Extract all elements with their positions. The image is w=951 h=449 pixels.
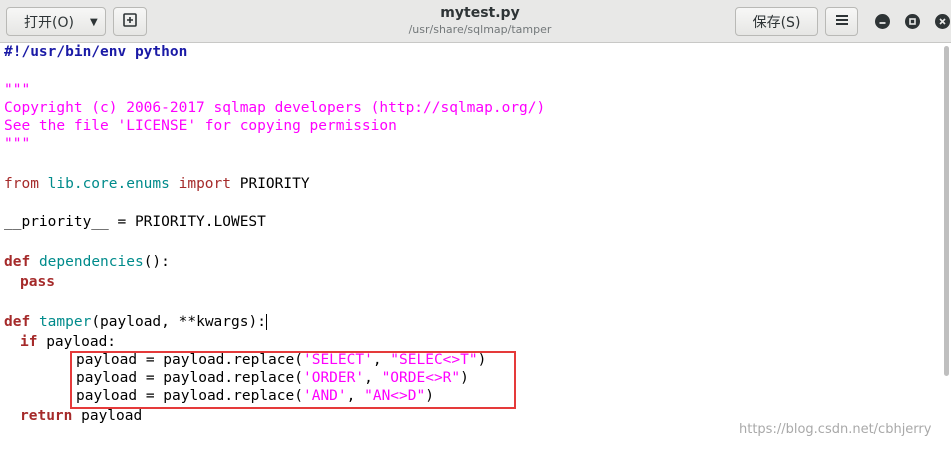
minimize-icon (879, 22, 886, 24)
code-line-12: def dependencies(): (4, 253, 170, 271)
code-line-13: pass (20, 273, 55, 291)
watermark: https://blog.csdn.net/cbhjerry (739, 422, 932, 437)
save-button-label: 保存(S) (752, 14, 801, 31)
close-button[interactable] (935, 14, 950, 29)
function-name: dependencies (38, 254, 144, 270)
open-button-label: 打开(O) (24, 14, 74, 31)
if-condition: payload: (37, 334, 117, 350)
file-path: /usr/share/sqlmap/tamper (408, 23, 552, 36)
scrollbar-thumb[interactable] (944, 46, 949, 376)
new-document-button[interactable] (113, 7, 147, 36)
code-line-1: #!/usr/bin/env python (4, 43, 187, 61)
keyword-return: return (20, 408, 73, 424)
function-name: tamper (38, 314, 92, 330)
new-document-icon (122, 12, 138, 32)
code-line-5: See the file 'LICENSE' for copying permi… (4, 118, 397, 134)
code-line-3: """ (4, 82, 31, 98)
code-line-4: Copyright (c) 2006-2017 sqlmap developer… (4, 100, 546, 116)
open-button[interactable]: 打开(O) ▼ (6, 7, 106, 36)
keyword-pass: pass (20, 274, 55, 290)
maximize-icon (909, 18, 916, 25)
code-line-20: return payload (20, 407, 142, 425)
code-line-16: if payload: (20, 333, 116, 351)
code-line-10: __priority__ = PRIORITY.LOWEST (4, 214, 266, 230)
header-bar: 打开(O) ▼ mytest.py /usr/share/sqlmap/tamp… (0, 0, 951, 43)
save-button[interactable]: 保存(S) (735, 7, 818, 36)
code-line-15: def tamper(payload, **kwargs): (4, 313, 267, 331)
minimize-button[interactable] (875, 14, 890, 29)
keyword-import: import (178, 176, 231, 192)
import-target: PRIORITY (231, 176, 310, 192)
window-title: mytest.py /usr/share/sqlmap/tamper (330, 4, 630, 38)
keyword-def: def (4, 254, 31, 270)
text-cursor (265, 314, 267, 330)
keyword-def: def (4, 314, 31, 330)
code-line-6: """ (4, 136, 31, 152)
file-name: mytest.py (440, 5, 520, 21)
code-line-8: from lib.core.enums import PRIORITY (4, 175, 310, 193)
keyword-from: from (4, 176, 39, 192)
shebang: #!/usr/bin/env python (4, 44, 188, 60)
close-icon (939, 18, 946, 25)
function-signature: (payload, **kwargs): (91, 314, 266, 330)
function-signature: (): (143, 254, 170, 270)
keyword-if: if (20, 334, 38, 350)
hamburger-menu-icon (835, 14, 849, 30)
module-name: lib.core.enums (47, 176, 170, 192)
menu-button[interactable] (825, 7, 858, 36)
maximize-button[interactable] (905, 14, 920, 29)
return-value: payload (72, 408, 143, 424)
chevron-down-icon: ▼ (90, 17, 98, 28)
annotation-highlight-box (70, 351, 516, 409)
